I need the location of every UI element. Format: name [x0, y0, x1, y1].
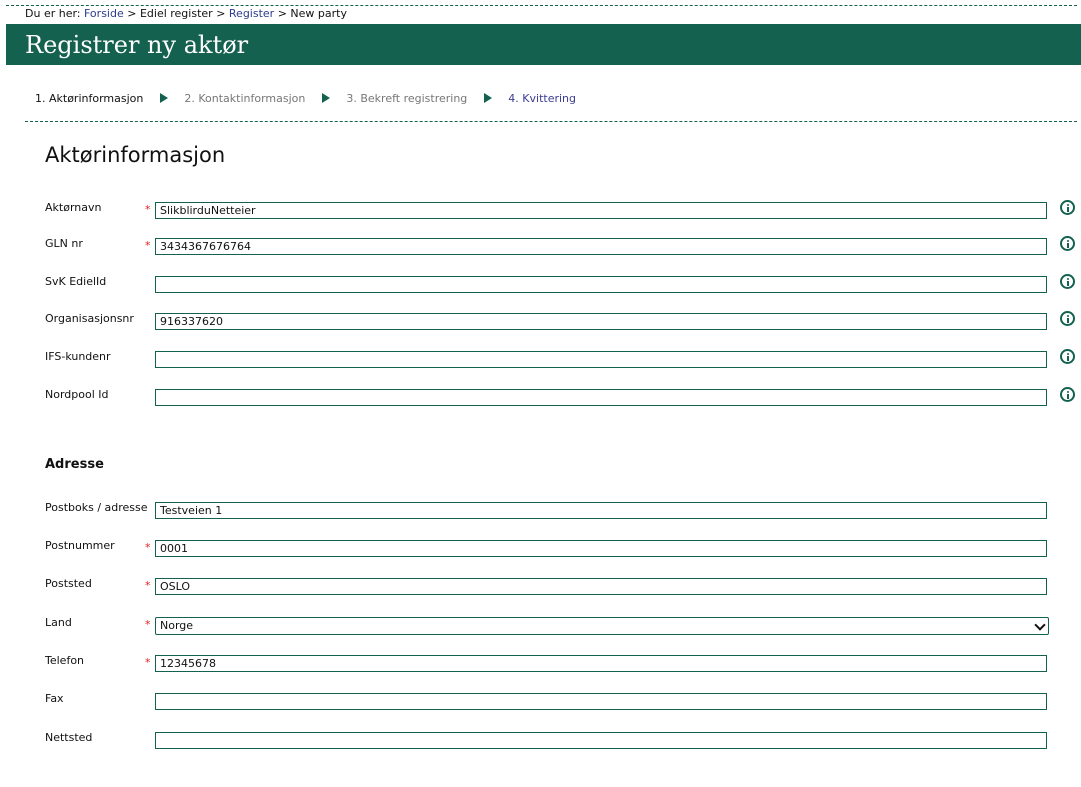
info-circle-icon[interactable]: [1060, 311, 1075, 326]
form-row-organisasjonsnr: Organisasjonsnr 916337620: [0, 311, 1081, 336]
breadcrumb-separator: >: [127, 7, 137, 20]
info-circle-icon[interactable]: [1060, 387, 1075, 402]
step-kvittering[interactable]: 4. Kvittering: [508, 92, 576, 105]
form-row-postnummer: Postnummer * 0001: [0, 539, 1081, 563]
breadcrumb-link-forside[interactable]: Forside: [84, 7, 124, 20]
section-title: Aktørinformasjon: [45, 143, 226, 167]
fax-input[interactable]: [155, 693, 1047, 710]
form-row-fax: Fax: [0, 692, 1081, 716]
required-marker: *: [145, 239, 151, 252]
chevron-right-icon: [483, 93, 492, 103]
required-marker: *: [145, 618, 151, 631]
field-label: Postnummer: [45, 539, 115, 552]
gln-nr-input[interactable]: 3434367676764: [155, 238, 1047, 255]
form-row-aktornavn: Aktørnavn * SlikblirduNetteier: [0, 200, 1081, 225]
svk-edielid-input[interactable]: [155, 276, 1047, 293]
form-row-svk-edielid: SvK EdielId: [0, 274, 1081, 299]
breadcrumb: Du er her: Forside > Ediel register > Re…: [25, 7, 347, 20]
chevron-right-icon: [321, 93, 330, 103]
breadcrumb-prefix: Du er her:: [25, 7, 81, 20]
land-select-value: Norge: [160, 619, 194, 632]
field-label: Organisasjonsnr: [45, 312, 134, 325]
ifs-kundenr-input[interactable]: [155, 351, 1047, 368]
breadcrumb-link-register[interactable]: Register: [229, 7, 274, 20]
field-label: Poststed: [45, 577, 92, 590]
steps-divider: [25, 121, 1077, 122]
form-row-poststed: Poststed * OSLO: [0, 577, 1081, 601]
page-header: Registrer ny aktør: [6, 24, 1081, 65]
required-marker: *: [145, 579, 151, 592]
nordpool-id-input[interactable]: [155, 389, 1047, 406]
chevron-right-icon: [159, 93, 168, 103]
field-label: Land: [45, 616, 72, 629]
chevron-down-icon: [1034, 619, 1046, 631]
form-row-telefon: Telefon * 12345678: [0, 654, 1081, 678]
step-kontaktinformasjon: 2. Kontaktinformasjon: [184, 91, 306, 105]
form-row-ifs-kundenr: IFS-kundenr: [0, 349, 1081, 374]
step-aktorinformasjon: 1. Aktørinformasjon: [35, 91, 144, 105]
breadcrumb-item-ediel-register: Ediel register: [139, 7, 213, 20]
aktornavn-input[interactable]: SlikblirduNetteier: [155, 202, 1047, 219]
field-label: SvK EdielId: [45, 275, 107, 288]
step-bekreft-registrering: 3. Bekreft registrering: [346, 91, 468, 105]
form-row-land: Land * Norge: [0, 616, 1081, 640]
page-title: Registrer ny aktør: [25, 31, 249, 59]
wizard-steps: 1. Aktørinformasjon 2. Kontaktinformasjo…: [35, 91, 576, 105]
info-circle-icon[interactable]: [1060, 200, 1075, 215]
top-divider: [6, 5, 1077, 6]
form-row-gln-nr: GLN nr * 3434367676764: [0, 236, 1081, 261]
land-select[interactable]: Norge: [155, 617, 1049, 635]
form-row-nordpool-id: Nordpool Id: [0, 387, 1081, 412]
required-marker: *: [145, 203, 151, 216]
field-label: GLN nr: [45, 237, 83, 250]
breadcrumb-separator: >: [216, 7, 226, 20]
breadcrumb-item-current: New party: [290, 7, 347, 20]
poststed-input[interactable]: OSLO: [155, 578, 1047, 595]
field-label: Fax: [45, 692, 64, 705]
breadcrumb-separator: >: [277, 7, 287, 20]
postboks-adresse-input[interactable]: Testveien 1: [155, 502, 1047, 519]
field-label: IFS-kundenr: [45, 350, 111, 363]
form-row-postboks-adresse: Postboks / adresse Testveien 1: [0, 501, 1081, 525]
field-label: Nordpool Id: [45, 388, 109, 401]
info-circle-icon[interactable]: [1060, 236, 1075, 251]
field-label: Aktørnavn: [45, 201, 102, 214]
info-circle-icon[interactable]: [1060, 274, 1075, 289]
field-label: Telefon: [45, 654, 85, 667]
required-marker: *: [145, 656, 151, 669]
form-row-nettsted: Nettsted: [0, 731, 1081, 755]
field-label: Postboks / adresse: [45, 501, 148, 514]
organisasjonsnr-input[interactable]: 916337620: [155, 313, 1047, 330]
postnummer-input[interactable]: 0001: [155, 540, 1047, 557]
required-marker: *: [145, 541, 151, 554]
nettsted-input[interactable]: [155, 732, 1047, 749]
field-label: Nettsted: [45, 731, 93, 744]
telefon-input[interactable]: 12345678: [155, 655, 1047, 672]
info-circle-icon[interactable]: [1060, 349, 1075, 364]
address-heading: Adresse: [45, 457, 104, 472]
